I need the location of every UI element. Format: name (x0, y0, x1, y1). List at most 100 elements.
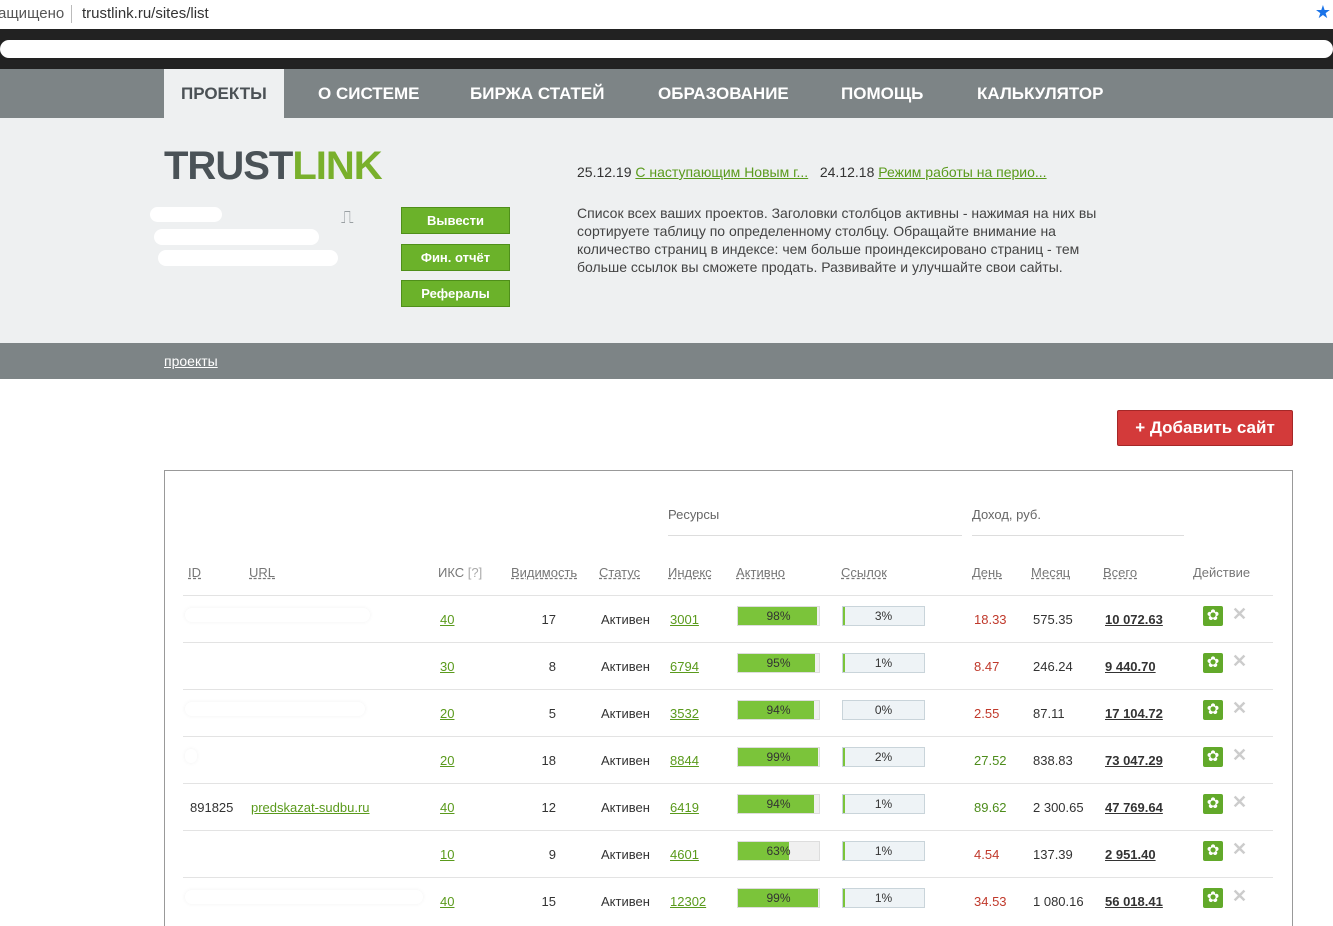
cell-day: 4.54 (974, 847, 1000, 862)
col-id[interactable]: ID (188, 565, 201, 580)
projects-table: Ресурсы Доход, руб. ID URL ИКС [?] Видим… (164, 470, 1293, 926)
cell-index[interactable]: 8844 (670, 753, 699, 768)
cell-day: 18.33 (974, 612, 1007, 627)
cell-id: 891825 (190, 800, 234, 815)
col-links[interactable]: Ссылок (841, 565, 887, 580)
cell-index[interactable]: 3532 (670, 706, 699, 721)
star-icon[interactable]: ★ (1315, 2, 1331, 23)
cell-index[interactable]: 6419 (670, 800, 699, 815)
cell-visibility: 8 (548, 659, 556, 674)
referrals-button[interactable]: Рефералы (401, 280, 510, 307)
cell-total[interactable]: 9 440.70 (1105, 659, 1156, 674)
iks-help-link[interactable]: [?] (468, 565, 482, 580)
news-link[interactable]: С наступающим Новым г... (635, 164, 808, 180)
nav-item-education[interactable]: ОБРАЗОВАНИЕ (658, 69, 789, 118)
cell-total[interactable]: 47 769.64 (1105, 800, 1163, 815)
nav-item-exchange[interactable]: БИРЖА СТАТЕЙ (470, 69, 604, 118)
col-active[interactable]: Активно (736, 565, 785, 580)
cell-status: Активен (601, 659, 650, 674)
active-bar-label: 95% (766, 656, 791, 670)
settings-gear-icon[interactable]: ✿ (1203, 606, 1223, 626)
news-date: 25.12.19 (577, 164, 632, 180)
cell-month: 1 080.16 (1033, 894, 1084, 909)
fin-report-button[interactable]: Фин. отчёт (401, 244, 510, 271)
delete-icon[interactable]: ✕ (1232, 886, 1247, 907)
cell-month: 838.83 (1033, 753, 1073, 768)
settings-gear-icon[interactable]: ✿ (1203, 747, 1223, 767)
table-row: 30 8 Активен 6794 95% 1% 8.47 246.24 9 440.70 ✿ ✕ (183, 642, 1273, 689)
cell-iks[interactable]: 20 (440, 753, 454, 768)
cell-total[interactable]: 2 951.40 (1105, 847, 1156, 862)
cell-status: Активен (601, 800, 650, 815)
delete-icon[interactable]: ✕ (1232, 698, 1247, 719)
cell-url[interactable]: predskazat-sudbu.ru (251, 800, 370, 815)
col-index[interactable]: Индекс (668, 565, 712, 580)
nav-item-calculator[interactable]: КАЛЬКУЛЯТОР (977, 69, 1103, 118)
breadcrumb[interactable]: проекты (164, 353, 218, 369)
delete-icon[interactable]: ✕ (1232, 604, 1247, 625)
col-total[interactable]: Всего (1103, 565, 1137, 580)
divider (71, 5, 72, 23)
add-site-button[interactable]: + Добавить сайт (1117, 410, 1293, 446)
exit-icon[interactable]: ⎍ (341, 207, 363, 229)
cell-status: Активен (601, 847, 650, 862)
cell-total[interactable]: 56 018.41 (1105, 894, 1163, 909)
col-day[interactable]: День (972, 565, 1002, 580)
cell-iks[interactable]: 10 (440, 847, 454, 862)
cell-total[interactable]: 73 047.29 (1105, 753, 1163, 768)
divider (668, 535, 962, 536)
col-visibility[interactable]: Видимость (511, 565, 577, 580)
col-url[interactable]: URL (249, 565, 275, 580)
address-bar[interactable]: ащищено trustlink.ru/sites/list ★ (0, 0, 1333, 29)
cell-month: 2 300.65 (1033, 800, 1084, 815)
logo[interactable]: TRUSTLINK (164, 144, 383, 189)
cell-iks[interactable]: 40 (440, 894, 454, 909)
cell-month: 87.11 (1033, 706, 1065, 721)
url-text[interactable]: trustlink.ru/sites/list (82, 5, 209, 22)
cell-iks[interactable]: 30 (440, 659, 454, 674)
delete-icon[interactable]: ✕ (1232, 651, 1247, 672)
col-iks[interactable]: ИКС [?] (438, 565, 482, 580)
settings-gear-icon[interactable]: ✿ (1203, 700, 1223, 720)
active-bar: 98% (737, 606, 820, 626)
links-bar-label: 1% (874, 656, 893, 670)
delete-icon[interactable]: ✕ (1232, 745, 1247, 766)
cell-index[interactable]: 3001 (670, 612, 699, 627)
cell-day: 89.62 (974, 800, 1007, 815)
nav-item-help[interactable]: ПОМОЩЬ (841, 69, 923, 118)
active-bar: 94% (737, 794, 820, 814)
links-bar: 1% (842, 888, 925, 908)
header-panel: TRUSTLINK ⎍ Вывести Фин. отчёт Рефералы … (0, 118, 1333, 343)
cell-index[interactable]: 6794 (670, 659, 699, 674)
links-bar-label: 1% (874, 797, 893, 811)
cell-index[interactable]: 4601 (670, 847, 699, 862)
nav-item-projects[interactable]: ПРОЕКТЫ (164, 69, 284, 118)
cell-iks[interactable]: 40 (440, 800, 454, 815)
cell-total[interactable]: 17 104.72 (1105, 706, 1163, 721)
table-row: 40 17 Активен 3001 98% 3% 18.33 575.35 10 072.63… (183, 595, 1273, 642)
cell-index[interactable]: 12302 (670, 894, 706, 909)
settings-gear-icon[interactable]: ✿ (1203, 888, 1223, 908)
cell-visibility: 18 (541, 753, 556, 768)
links-bar: 1% (842, 794, 925, 814)
col-month[interactable]: Месяц (1031, 565, 1070, 580)
delete-icon[interactable]: ✕ (1232, 839, 1247, 860)
cell-total[interactable]: 10 072.63 (1105, 612, 1163, 627)
col-status[interactable]: Статус (599, 565, 640, 580)
withdraw-button[interactable]: Вывести (401, 207, 510, 234)
nav-item-about[interactable]: О СИСТЕМЕ (318, 69, 420, 118)
news-link[interactable]: Режим работы на перио... (878, 164, 1046, 180)
links-bar-label: 0% (874, 703, 893, 717)
active-bar: 63% (737, 841, 820, 861)
cell-iks[interactable]: 20 (440, 706, 454, 721)
settings-gear-icon[interactable]: ✿ (1203, 841, 1223, 861)
page-description: Список всех ваших проектов. Заголовки ст… (577, 205, 1097, 275)
active-bar-label: 99% (766, 750, 791, 764)
settings-gear-icon[interactable]: ✿ (1203, 794, 1223, 814)
links-bar-label: 3% (874, 609, 893, 623)
settings-gear-icon[interactable]: ✿ (1203, 653, 1223, 673)
cell-day: 8.47 (974, 659, 1000, 674)
delete-icon[interactable]: ✕ (1232, 792, 1247, 813)
redacted-site (185, 702, 365, 716)
cell-iks[interactable]: 40 (440, 612, 454, 627)
